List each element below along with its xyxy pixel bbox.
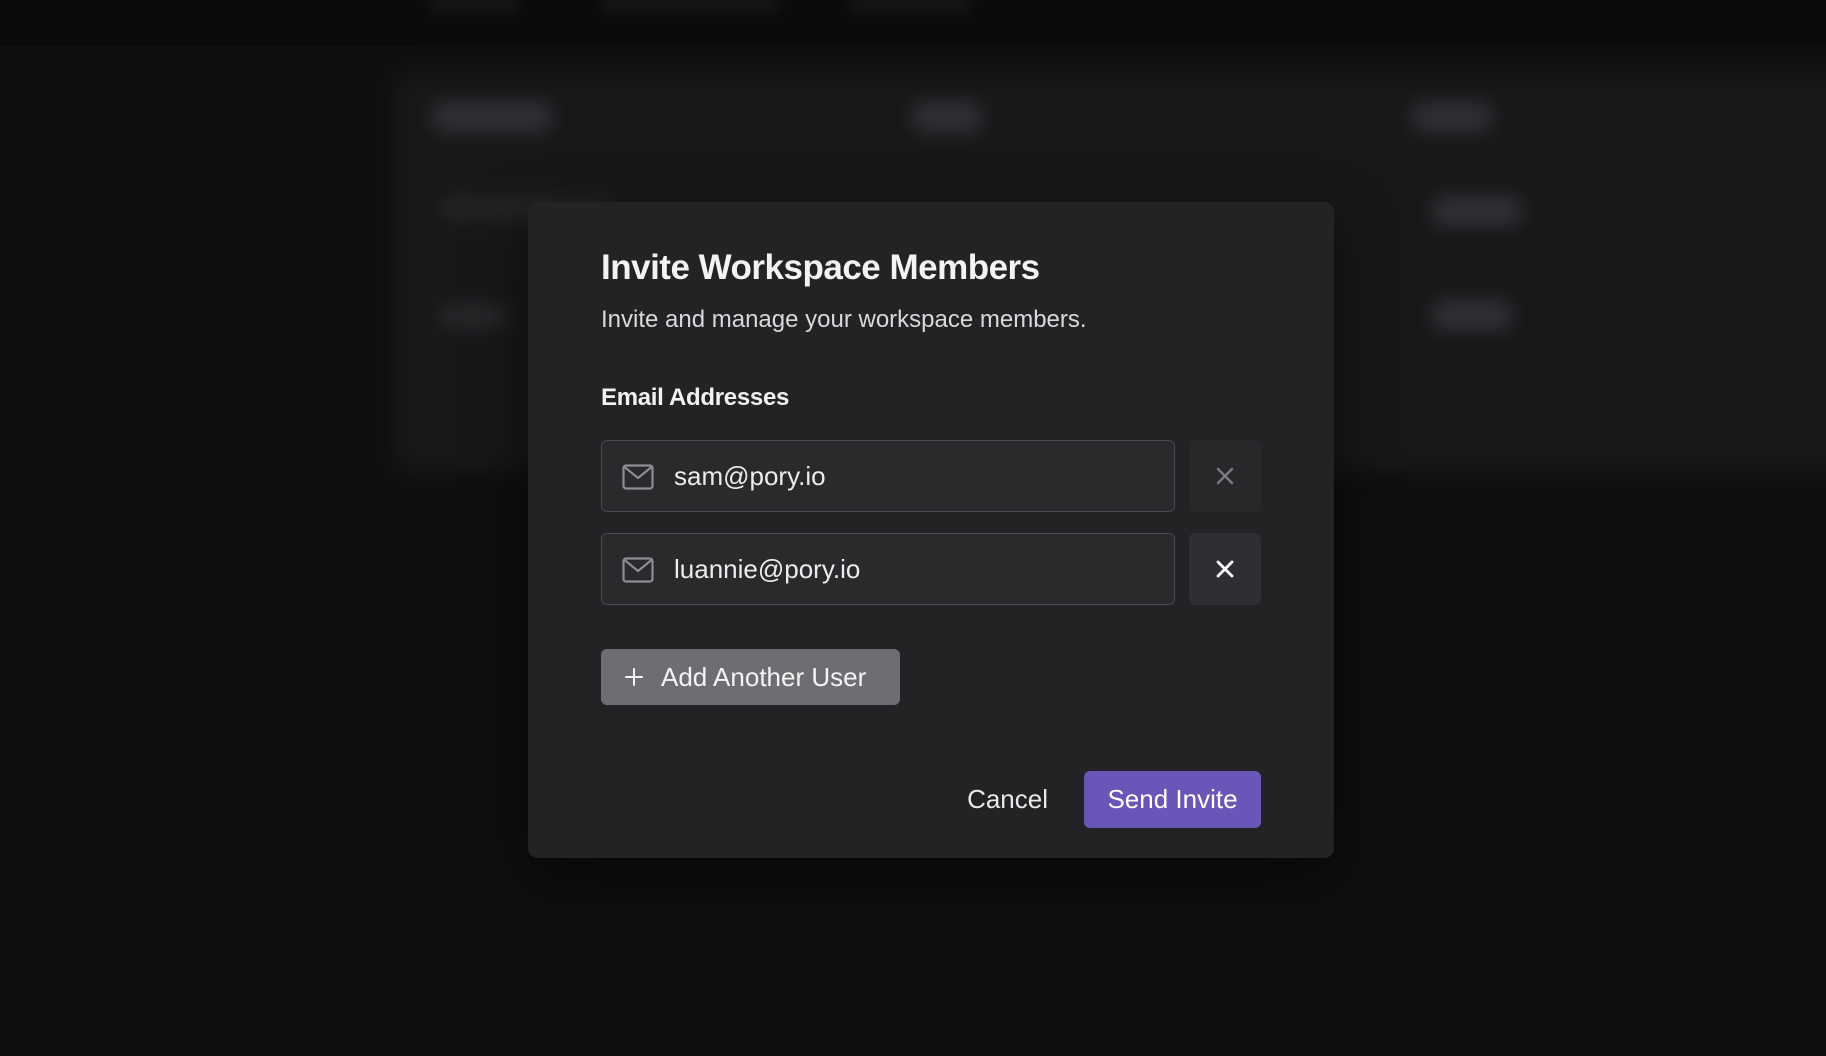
remove-email-button[interactable] xyxy=(1189,440,1261,512)
dialog-footer: Cancel Send Invite xyxy=(967,771,1261,828)
add-another-user-button[interactable]: Add Another User xyxy=(601,649,900,705)
add-another-user-label: Add Another User xyxy=(661,661,867,692)
send-invite-button[interactable]: Send Invite xyxy=(1084,771,1261,828)
close-icon xyxy=(1216,560,1234,578)
plus-icon xyxy=(625,668,643,686)
mail-icon xyxy=(622,557,654,583)
background-ghost xyxy=(438,304,508,328)
email-field[interactable] xyxy=(601,440,1175,512)
cancel-button[interactable]: Cancel xyxy=(967,772,1084,828)
background-ghost xyxy=(912,102,982,132)
mail-icon xyxy=(622,464,654,490)
dialog-title: Invite Workspace Members xyxy=(601,248,1040,287)
email-input[interactable] xyxy=(602,534,1174,604)
background-ghost xyxy=(430,0,520,10)
email-row xyxy=(601,440,1261,512)
background-ghost xyxy=(600,0,780,10)
email-field[interactable] xyxy=(601,533,1175,605)
background-ghost xyxy=(432,102,552,132)
remove-email-button[interactable] xyxy=(1189,533,1261,605)
background-ghost xyxy=(1412,102,1492,132)
background-ghost xyxy=(850,0,970,10)
background-topbar xyxy=(0,0,1826,46)
background-ghost xyxy=(1432,300,1512,330)
background-ghost xyxy=(1432,196,1522,226)
dialog-subtitle: Invite and manage your workspace members… xyxy=(601,306,1087,333)
invite-members-dialog: Invite Workspace Members Invite and mana… xyxy=(528,202,1334,858)
close-icon xyxy=(1216,467,1234,485)
email-row xyxy=(601,533,1261,605)
email-addresses-label: Email Addresses xyxy=(601,384,790,411)
email-input[interactable] xyxy=(602,441,1174,511)
